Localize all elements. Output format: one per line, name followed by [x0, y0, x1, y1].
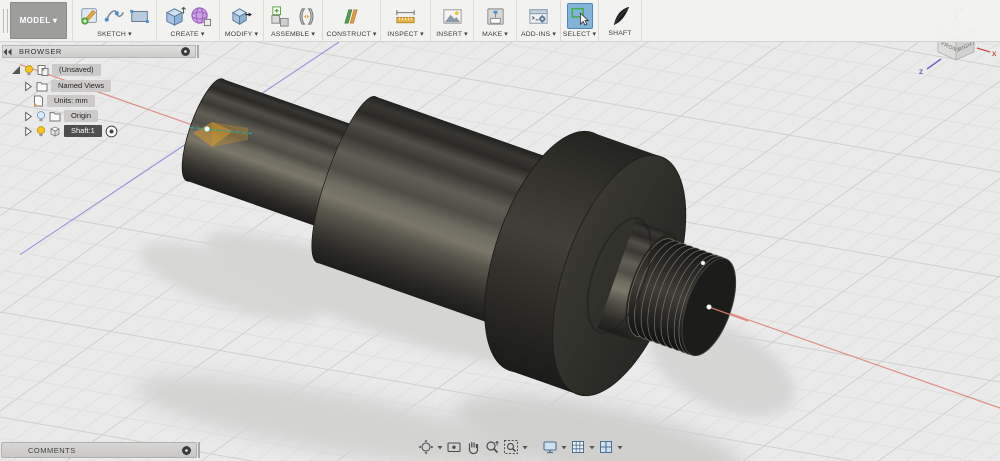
display-settings-icon[interactable]: [542, 439, 558, 455]
fit-icon[interactable]: [503, 439, 519, 455]
chevron-down-icon[interactable]: [617, 445, 623, 450]
shaft-tab-label[interactable]: SHAFT: [608, 30, 631, 37]
toolbar-group-assemble: ASSEMBLE ▾: [263, 0, 322, 42]
collapsed-arrow-icon[interactable]: [23, 110, 33, 122]
vertex-point[interactable]: [700, 260, 706, 266]
chevron-down-icon[interactable]: [561, 445, 567, 450]
toolbar-group-inspect: INSPECT ▾: [380, 0, 430, 42]
scripts-addins-icon[interactable]: [527, 5, 550, 28]
create-menu[interactable]: CREATE ▾: [171, 30, 205, 38]
browser-item-label[interactable]: (Unsaved): [52, 64, 101, 76]
activate-target-icon[interactable]: [105, 125, 118, 138]
chevron-down-icon[interactable]: [437, 445, 443, 450]
addins-menu[interactable]: ADD-INS ▾: [521, 30, 556, 38]
navigation-bar: [418, 439, 623, 455]
spline-icon[interactable]: [104, 5, 126, 27]
comments-panel[interactable]: COMMENTS: [1, 442, 197, 458]
make-menu[interactable]: MAKE ▾: [482, 30, 508, 38]
toolbar-group-select: SELECT ▾: [560, 0, 598, 42]
panel-edge-handle[interactable]: [197, 45, 199, 58]
browser-row-units: Units: mm: [33, 94, 95, 108]
folder-icon[interactable]: [36, 81, 48, 92]
browser-item-label[interactable]: Origin: [64, 110, 99, 122]
component-doc-icon[interactable]: [37, 64, 49, 76]
toolbar-group-addins: ADD-INS ▾: [516, 0, 560, 42]
browser-row-shaft: Shaft:1: [23, 124, 118, 138]
grid-display-icon[interactable]: [570, 439, 586, 455]
chevron-down-icon[interactable]: [522, 445, 528, 450]
select-tool-active[interactable]: [566, 3, 593, 29]
collapsed-arrow-icon[interactable]: [23, 125, 33, 137]
form-icon[interactable]: [189, 5, 212, 28]
toolbar-group-create: CREATE ▾: [156, 0, 218, 42]
toolbar-group-sketch: SKETCH ▾: [72, 0, 156, 42]
browser-panel-header[interactable]: BROWSER: [2, 45, 196, 58]
viewport-3d[interactable]: [0, 0, 1000, 461]
pan-icon[interactable]: [465, 439, 481, 455]
toolbar-group-shaft: SHAFT: [598, 0, 642, 42]
browser-item-label[interactable]: Shaft:1: [64, 125, 102, 137]
create-sketch-icon[interactable]: [79, 5, 101, 27]
toolbar-group-modify: MODIFY ▾: [219, 0, 263, 42]
collapse-panel-icon[interactable]: [3, 48, 12, 56]
toolbar-group-make: MAKE ▾: [473, 0, 516, 42]
toolbar-group-insert: INSERT ▾: [430, 0, 473, 42]
insert-image-icon[interactable]: [441, 5, 464, 28]
bulb-on-icon[interactable]: [36, 125, 46, 137]
assemble-menu[interactable]: ASSEMBLE ▾: [271, 30, 315, 38]
chevron-down-icon[interactable]: [589, 445, 595, 450]
sketch-menu[interactable]: SKETCH ▾: [97, 30, 131, 38]
cube-icon[interactable]: [49, 125, 61, 137]
folder-icon[interactable]: [49, 111, 61, 122]
expanded-triangle-icon[interactable]: [11, 65, 21, 75]
browser-row-root: (Unsaved): [11, 63, 101, 77]
inspect-menu[interactable]: INSPECT ▾: [387, 30, 423, 38]
insert-menu[interactable]: INSERT ▾: [436, 30, 468, 38]
comments-title: COMMENTS: [28, 445, 76, 455]
bulb-on-icon[interactable]: [24, 64, 34, 76]
browser-item-label[interactable]: Units: mm: [47, 95, 95, 107]
press-pull-icon[interactable]: [230, 5, 253, 28]
viewcube-z-axis: [926, 58, 942, 70]
3d-print-icon[interactable]: [484, 5, 507, 28]
fusion360-window: MODEL ▾ SKETCH ▾ CREATE ▾ MODIFY ▾ ASSEM…: [0, 0, 1000, 461]
rectangle-icon[interactable]: [129, 5, 151, 27]
x-axis-label: X: [992, 51, 997, 58]
browser-row-named-views: Named Views: [23, 79, 112, 93]
measure-icon[interactable]: [394, 5, 417, 28]
look-at-icon[interactable]: [446, 439, 462, 455]
z-axis-label: Z: [919, 69, 923, 76]
quill-icon[interactable]: [609, 5, 632, 28]
plane-icon[interactable]: [340, 5, 363, 28]
bulb-blue-icon[interactable]: [36, 110, 46, 122]
panel-options-icon[interactable]: [180, 46, 191, 57]
panel-edge-handle[interactable]: [198, 442, 200, 458]
document-icon[interactable]: [33, 95, 44, 107]
zoom-icon[interactable]: [484, 439, 500, 455]
select-menu[interactable]: SELECT ▾: [563, 30, 596, 38]
origin-point[interactable]: [706, 304, 712, 310]
toolbar-group-construct: CONSTRUCT ▾: [322, 0, 380, 42]
toolbar-grip[interactable]: [3, 9, 8, 33]
modify-menu[interactable]: MODIFY ▾: [225, 30, 258, 38]
comments-options-icon[interactable]: [181, 445, 192, 456]
toolbar: MODEL ▾ SKETCH ▾ CREATE ▾ MODIFY ▾ ASSEM…: [0, 0, 1000, 42]
new-component-icon[interactable]: [269, 5, 292, 28]
browser-panel-title: BROWSER: [19, 47, 62, 56]
orbit-icon[interactable]: [418, 439, 434, 455]
joint-icon[interactable]: [295, 5, 318, 28]
select-cursor-icon[interactable]: [569, 5, 591, 27]
viewports-icon[interactable]: [598, 439, 614, 455]
workspace-switcher[interactable]: MODEL ▾: [10, 2, 67, 39]
browser-item-label[interactable]: Named Views: [51, 80, 112, 92]
box-icon[interactable]: [163, 5, 186, 28]
collapsed-arrow-icon[interactable]: [23, 80, 33, 92]
viewcube-x-axis: [976, 47, 991, 53]
construct-menu[interactable]: CONSTRUCT ▾: [326, 30, 376, 38]
browser-row-origin: Origin: [23, 109, 99, 123]
